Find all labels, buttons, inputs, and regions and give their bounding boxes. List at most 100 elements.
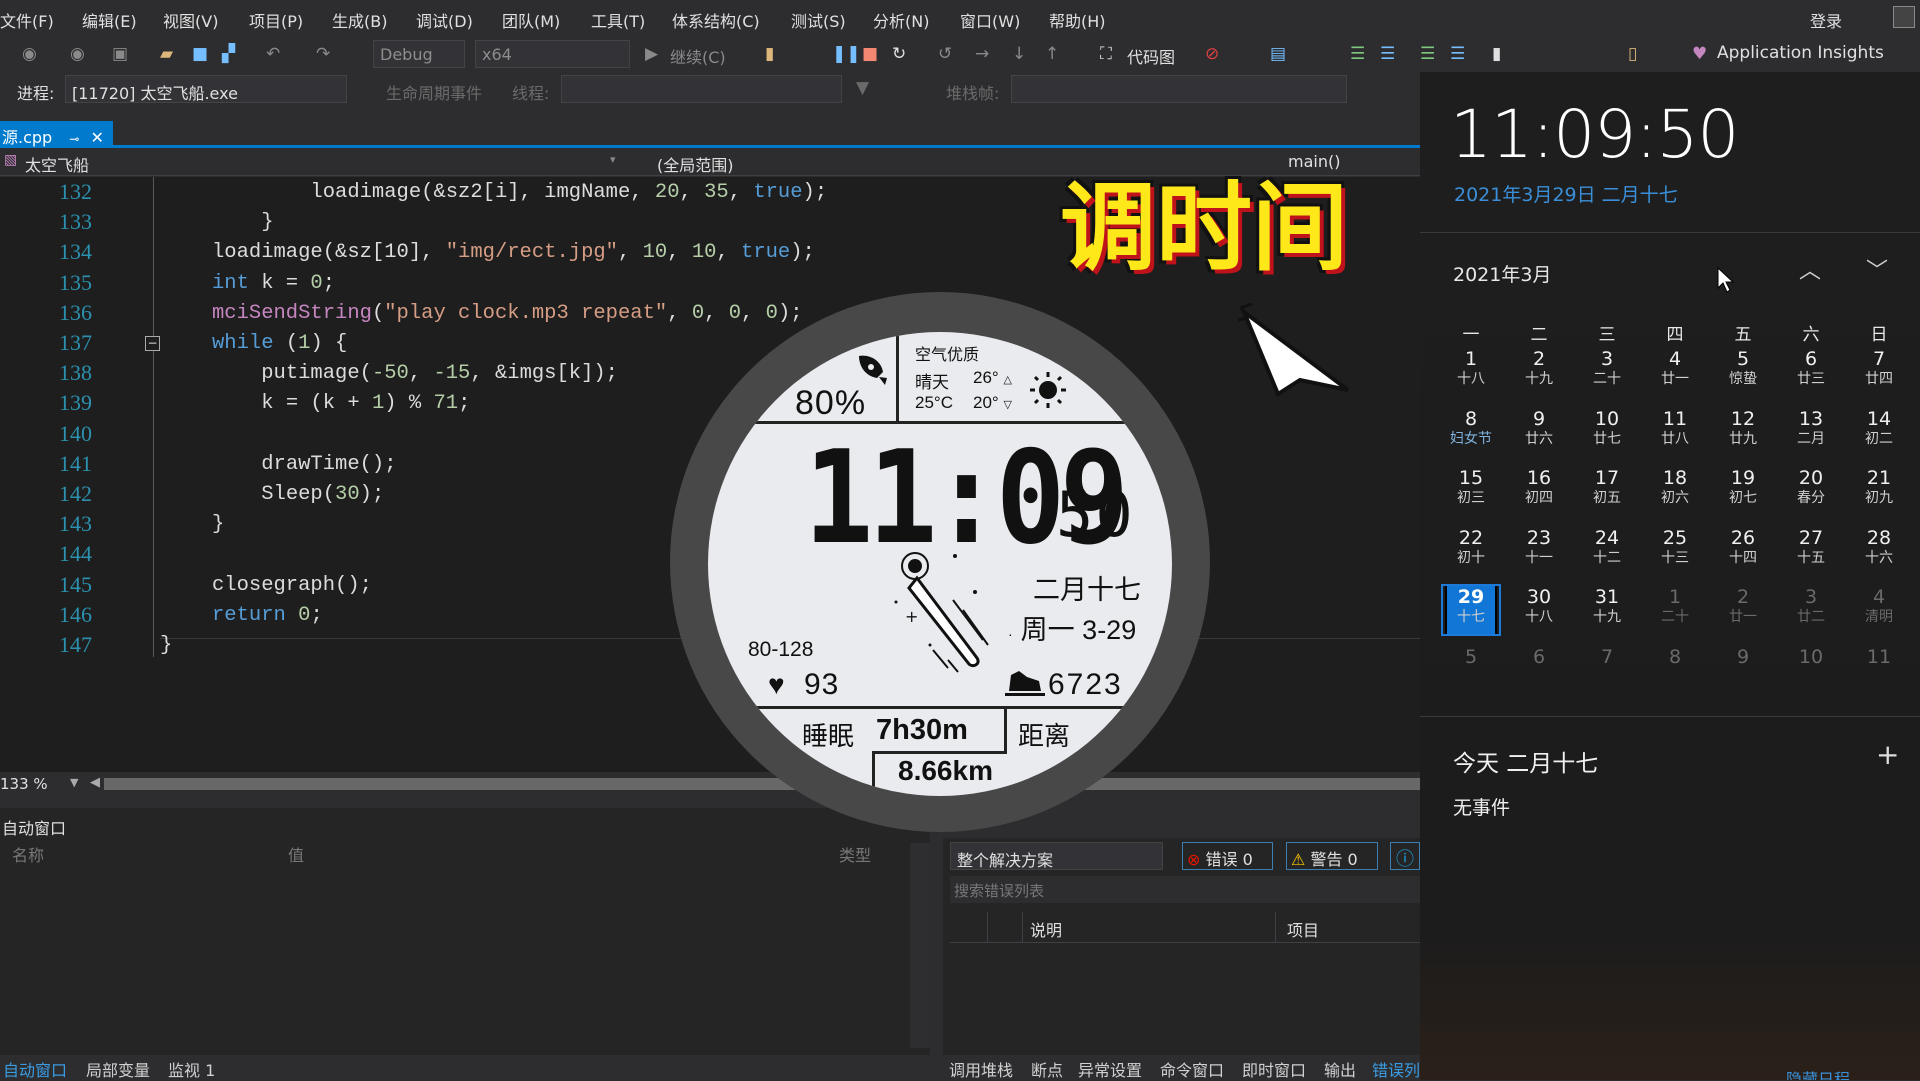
lifecycle-events-button[interactable]: 生命周期事件 (386, 80, 482, 104)
scope-select[interactable]: 整个解决方案 (950, 842, 1163, 870)
menu-item[interactable]: 文件(F) (0, 8, 54, 32)
menu-item[interactable]: 窗口(W) (960, 8, 1020, 32)
tool-tab[interactable]: 错误列 (1372, 1057, 1420, 1081)
month-title[interactable]: 2021年3月 (1453, 260, 1551, 287)
menu-item[interactable]: 测试(S) (791, 8, 846, 32)
tool-tab[interactable]: 异常设置 (1078, 1057, 1142, 1081)
menu-item[interactable]: 帮助(H) (1049, 8, 1106, 32)
calendar-day[interactable]: 30 十八 (1505, 580, 1573, 640)
code-line[interactable]: loadimage(&sz[10], "img/rect.jpg", 10, 1… (212, 241, 815, 264)
vertical-scrollbar[interactable] (910, 843, 930, 1048)
codemap-button[interactable]: 代码图 (1127, 44, 1175, 68)
calendar-day[interactable]: 1 二十 (1641, 580, 1709, 640)
filter-icon[interactable]: ▼ (856, 78, 869, 98)
menu-item[interactable]: 视图(V) (163, 8, 218, 32)
code-line[interactable]: } (212, 211, 273, 234)
scroll-left-icon[interactable]: ◀ (90, 775, 100, 790)
menu-item[interactable]: 生成(B) (332, 8, 387, 32)
zoom-level[interactable]: 133 % (0, 775, 48, 793)
calendar-day[interactable]: 8 (1641, 640, 1709, 700)
code-line[interactable]: drawTime(); (212, 453, 396, 476)
undo-icon[interactable]: ↶ (266, 44, 280, 64)
menu-item[interactable]: 团队(M) (502, 8, 560, 32)
calendar-day[interactable]: 9 廿六 (1505, 402, 1573, 462)
calendar-day[interactable]: 24 十二 (1573, 521, 1641, 581)
hot-reload-icon[interactable]: ↺ (938, 44, 952, 64)
column-type[interactable]: 类型 (839, 842, 871, 866)
horizontal-scrollbar[interactable] (104, 778, 1420, 790)
stop-icon[interactable]: ■ (862, 44, 878, 64)
errors-filter-button[interactable]: ⊗ 错误 0 (1182, 842, 1273, 870)
code-line[interactable]: } (160, 634, 172, 657)
process-icon[interactable]: ▮ (765, 44, 774, 64)
tab-source-cpp[interactable]: 源.cpp ⊸ ✕ (0, 121, 113, 148)
menu-item[interactable]: 体系结构(C) (672, 8, 760, 32)
warnings-filter-button[interactable]: ⚠ 警告 0 (1286, 842, 1378, 870)
step-into-icon[interactable]: → (975, 44, 989, 64)
code-line[interactable]: k = (k + 1) % 71; (212, 392, 470, 415)
calendar-day[interactable]: 26 十四 (1709, 521, 1777, 581)
calendar-day[interactable]: 3 廿二 (1777, 580, 1845, 640)
hide-agenda-link[interactable]: 隐藏日程 (1786, 1070, 1850, 1080)
tool-tab[interactable]: 输出 (1324, 1057, 1356, 1081)
next-month-button[interactable]: ﹀ (1866, 253, 1888, 285)
code-line[interactable]: putimage(-50, -15, &imgs[k]); (212, 362, 618, 385)
calendar-day[interactable]: 10 (1777, 640, 1845, 700)
tool-tab[interactable]: 局部变量 (86, 1057, 150, 1081)
project-combo[interactable]: 太空飞船 (25, 152, 89, 176)
uncomment-icon[interactable]: ☰ (1380, 44, 1395, 64)
calendar-day[interactable]: 17 初五 (1573, 461, 1641, 521)
platform-select[interactable]: x64 (475, 40, 630, 68)
scope-combo[interactable]: (全局范围) (657, 152, 734, 176)
menu-item[interactable]: 分析(N) (873, 8, 929, 32)
calendar-day[interactable]: 4 廿一 (1641, 342, 1709, 402)
login-link[interactable]: 登录 (1810, 8, 1842, 32)
continue-button[interactable]: 继续(C) (670, 44, 726, 68)
calendar-day[interactable]: 3 二十 (1573, 342, 1641, 402)
tool-tab[interactable]: 即时窗口 (1242, 1057, 1306, 1081)
calendar-day[interactable]: 7 廿四 (1845, 342, 1913, 402)
info-icon[interactable]: ⓘ (1390, 842, 1420, 870)
error-search-input[interactable]: 搜索错误列表 (950, 876, 1420, 903)
pause-icon[interactable]: ❚❚ (832, 44, 861, 64)
application-insights-button[interactable]: Application Insights (1717, 43, 1884, 63)
indent-icon[interactable]: ☰ (1420, 44, 1435, 64)
calendar-day[interactable]: 20 春分 (1777, 461, 1845, 521)
column-description[interactable]: 说明 (1030, 917, 1062, 941)
redo-icon[interactable]: ↷ (316, 44, 330, 64)
menu-item[interactable]: 调试(D) (416, 8, 473, 32)
calendar-day[interactable]: 15 初三 (1437, 461, 1505, 521)
column-name[interactable]: 名称 (12, 842, 44, 866)
forward-icon[interactable]: ◉ (70, 44, 85, 64)
tool-tab[interactable]: 监视 1 (168, 1057, 215, 1081)
calendar-day[interactable]: 19 初七 (1709, 461, 1777, 521)
menu-item[interactable]: 项目(P) (249, 8, 303, 32)
calendar-day[interactable]: 31 十九 (1573, 580, 1641, 640)
chevron-down-icon[interactable]: ▾ (610, 153, 616, 166)
calendar-day[interactable]: 11 (1845, 640, 1913, 700)
calendar-day-selected[interactable]: 29 十七 (1437, 580, 1505, 640)
code-line[interactable]: loadimage(&sz2[i], imgName, 20, 35, true… (212, 181, 827, 204)
thread-select[interactable] (561, 75, 842, 103)
calendar-day[interactable]: 25 十三 (1641, 521, 1709, 581)
calendar-day[interactable]: 28 十六 (1845, 521, 1913, 581)
calendar-day[interactable]: 11 廿八 (1641, 402, 1709, 462)
calendar-day[interactable]: 14 初二 (1845, 402, 1913, 462)
collapse-icon[interactable]: − (145, 336, 160, 351)
tool-tab[interactable]: 调用堆栈 (949, 1057, 1013, 1081)
outdent-icon[interactable]: ☰ (1450, 44, 1465, 64)
zoom-dropdown-icon[interactable]: ▼ (70, 776, 78, 789)
process-select[interactable]: [11720] 太空飞船.exe (65, 75, 347, 103)
calendar-day[interactable]: 13 二月 (1777, 402, 1845, 462)
calendar-day[interactable]: 5 惊蛰 (1709, 342, 1777, 402)
calendar-day[interactable]: 23 十一 (1505, 521, 1573, 581)
calendar-day[interactable]: 8 妇女节 (1437, 402, 1505, 462)
open-icon[interactable]: ▰ (160, 44, 173, 64)
save-all-icon[interactable]: ▞ (222, 44, 235, 64)
close-icon[interactable]: ✕ (90, 128, 103, 147)
calendar-day[interactable]: 5 (1437, 640, 1505, 700)
tool-tab[interactable]: 断点 (1031, 1057, 1063, 1081)
account-icon[interactable] (1893, 6, 1915, 28)
add-event-button[interactable]: + (1876, 738, 1899, 771)
restart-icon[interactable]: ↻ (892, 44, 906, 64)
